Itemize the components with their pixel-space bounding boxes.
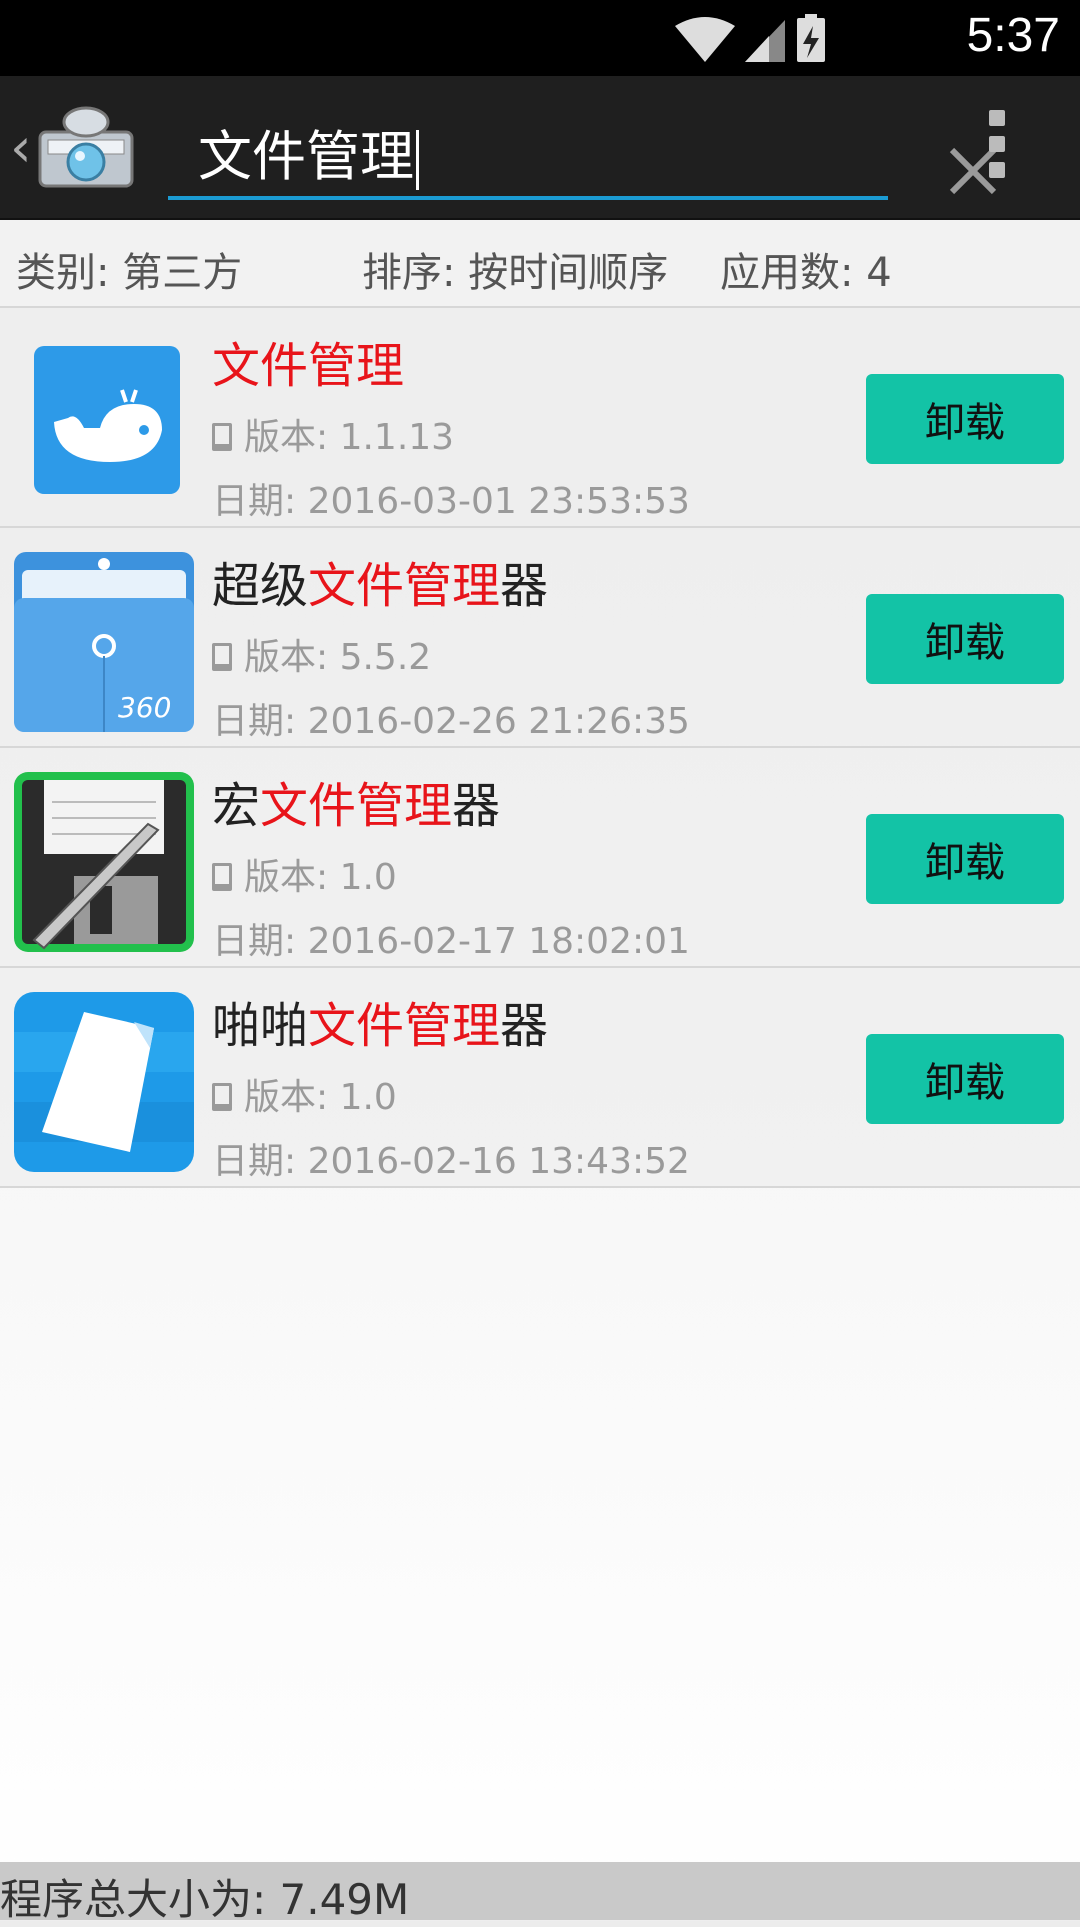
battery-charging-icon bbox=[797, 14, 825, 62]
cell-signal-icon bbox=[745, 20, 785, 62]
sort-filter[interactable]: 排序: 按时间顺序 bbox=[362, 240, 668, 298]
app-version: 版本: 1.1.13 bbox=[212, 408, 454, 460]
app-version: 版本: 1.0 bbox=[212, 1068, 397, 1120]
overflow-menu-icon[interactable] bbox=[980, 110, 1014, 180]
list-item[interactable]: 360 超级文件管理器 版本: 5.5.2 日期: 2016-02-26 21:… bbox=[0, 528, 1080, 748]
app-date: 日期: 2016-02-26 21:26:35 bbox=[212, 701, 690, 742]
app-name: 超级文件管理器 bbox=[212, 558, 549, 614]
document-app-icon bbox=[14, 992, 194, 1172]
svg-text:360: 360 bbox=[118, 691, 171, 724]
app-version: 版本: 1.0 bbox=[212, 848, 397, 900]
app-logo-icon[interactable] bbox=[34, 100, 138, 192]
app-count: 应用数: 4 bbox=[720, 250, 892, 296]
search-input-value[interactable]: 文件管理 bbox=[198, 112, 419, 191]
device-icon bbox=[212, 1083, 232, 1111]
status-time: 5:37 bbox=[966, 9, 1060, 62]
status-icons bbox=[675, 14, 825, 62]
list-item[interactable]: 文件管理 版本: 1.1.13 日期: 2016-03-01 23:53:53 … bbox=[0, 308, 1080, 528]
total-size-text: 程序总大小为: 7.49M bbox=[0, 1875, 410, 1924]
app-list: 文件管理 版本: 1.1.13 日期: 2016-03-01 23:53:53 … bbox=[0, 308, 1080, 1188]
device-icon bbox=[212, 423, 232, 451]
wifi-icon bbox=[675, 17, 735, 62]
app-date: 日期: 2016-02-16 13:43:52 bbox=[212, 1141, 690, 1182]
uninstall-button[interactable]: 卸载 bbox=[866, 594, 1064, 684]
uninstall-button[interactable]: 卸载 bbox=[866, 814, 1064, 904]
footer-bar: 程序总大小为: 7.49M bbox=[0, 1862, 1080, 1924]
folder-app-icon: 360 bbox=[14, 552, 194, 732]
app-name: 宏文件管理器 bbox=[212, 778, 501, 834]
list-item[interactable]: 啪啪文件管理器 版本: 1.0 日期: 2016-02-16 13:43:52 … bbox=[0, 968, 1080, 1188]
action-bar: ‹ 文件管理 bbox=[0, 76, 1080, 220]
filter-bar: 类别: 第三方 排序: 按时间顺序 应用数: 4 bbox=[0, 220, 1080, 308]
device-icon bbox=[212, 643, 232, 671]
category-filter[interactable]: 类别: 第三方 bbox=[16, 240, 242, 298]
app-name: 啪啪文件管理器 bbox=[212, 998, 549, 1054]
list-item[interactable]: 宏文件管理器 版本: 1.0 日期: 2016-02-17 18:02:01 卸… bbox=[0, 748, 1080, 968]
status-bar: 5:37 bbox=[0, 0, 1080, 76]
whale-app-icon bbox=[34, 346, 180, 494]
uninstall-button[interactable]: 卸载 bbox=[866, 374, 1064, 464]
app-name: 文件管理 bbox=[212, 338, 405, 394]
floppy-pencil-app-icon bbox=[14, 772, 194, 952]
device-icon bbox=[212, 863, 232, 891]
app-date: 日期: 2016-03-01 23:53:53 bbox=[212, 481, 690, 522]
app-date: 日期: 2016-02-17 18:02:01 bbox=[212, 921, 690, 962]
search-field[interactable]: 文件管理 bbox=[168, 100, 997, 200]
uninstall-button[interactable]: 卸载 bbox=[866, 1034, 1064, 1124]
back-caret-icon[interactable]: ‹ bbox=[10, 116, 32, 179]
app-version: 版本: 5.5.2 bbox=[212, 628, 431, 680]
